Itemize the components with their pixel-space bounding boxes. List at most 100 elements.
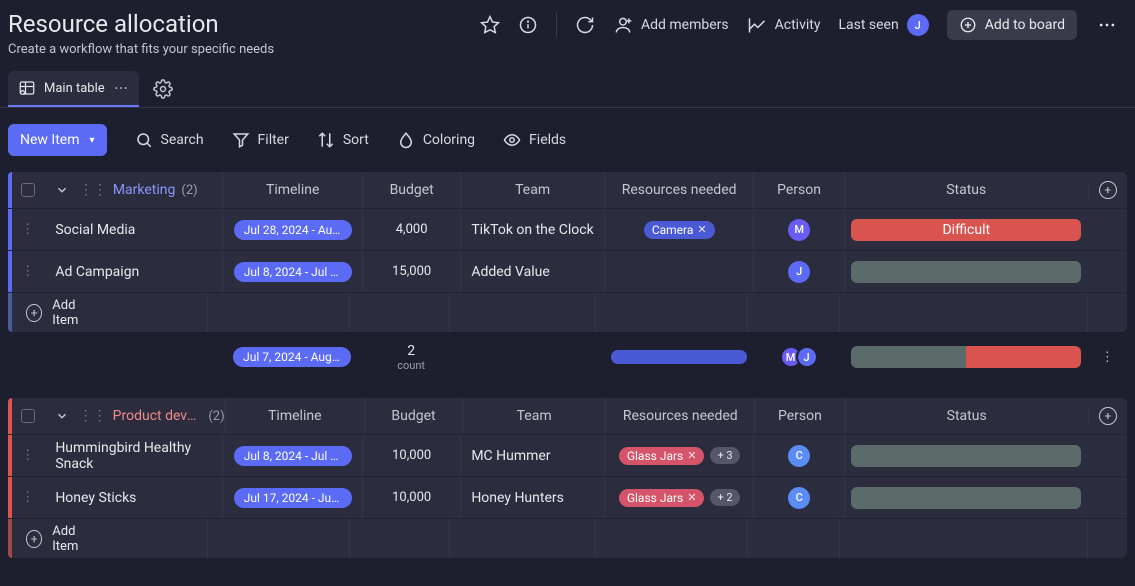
table-row[interactable]: ⋮ Social Media Jul 28, 2024 - Aug… 4,000… [8, 208, 1127, 250]
group-name[interactable]: Marketing [113, 182, 176, 198]
team-cell[interactable]: TikTok on the Clock [460, 209, 604, 250]
budget-cell[interactable]: 15,000 [362, 251, 460, 292]
add-item-row[interactable]: + Add Item [8, 292, 1127, 332]
fields-button[interactable]: Fields [503, 131, 566, 149]
coloring-button[interactable]: Coloring [397, 131, 475, 149]
add-to-board-button[interactable]: Add to board [947, 10, 1077, 40]
col-status[interactable]: Status [844, 172, 1088, 208]
col-resources[interactable]: Resources needed [604, 172, 753, 208]
avatar[interactable]: C [788, 445, 810, 467]
col-team[interactable]: Team [460, 172, 604, 208]
status-badge[interactable] [851, 487, 1081, 509]
avatar[interactable]: C [788, 487, 810, 509]
budget-cell[interactable]: 10,000 [362, 477, 460, 518]
drag-icon[interactable]: ⋮ [8, 264, 47, 279]
status-badge[interactable] [851, 445, 1081, 467]
tab-main-table[interactable]: Main table [8, 71, 139, 107]
timeline-pill[interactable]: Jul 8, 2024 - Jul 2… [234, 262, 352, 282]
close-icon[interactable]: ✕ [687, 491, 696, 504]
row-name[interactable]: Honey Sticks [47, 490, 222, 506]
new-item-button[interactable]: New Item ▾ [8, 124, 107, 156]
col-team[interactable]: Team [462, 398, 605, 434]
gear-icon[interactable] [153, 79, 173, 99]
row-name[interactable]: Hummingbird Healthy Snack [47, 440, 222, 472]
status-badge[interactable]: Difficult [851, 219, 1081, 241]
add-item-row[interactable]: + Add Item [8, 518, 1127, 558]
summary-timeline[interactable]: Jul 7, 2024 - Aug … [233, 347, 351, 367]
plus-icon[interactable]: + [26, 304, 42, 322]
chevron-down-icon[interactable]: ▾ [90, 135, 95, 146]
summary-count: 2count [362, 336, 460, 378]
table-row[interactable]: ⋮ Ad Campaign Jul 8, 2024 - Jul 2… 15,00… [8, 250, 1127, 292]
resource-extra[interactable]: + 2 [710, 489, 739, 506]
sync-icon[interactable] [575, 15, 595, 35]
table-row[interactable]: ⋮ Hummingbird Healthy Snack Jul 8, 2024 … [8, 434, 1127, 476]
timeline-pill[interactable]: Jul 8, 2024 - Jul 1… [234, 446, 352, 466]
budget-cell[interactable]: 10,000 [362, 435, 460, 476]
col-person[interactable]: Person [754, 398, 844, 434]
summary-resources-bar [611, 350, 747, 364]
coloring-label: Coloring [423, 132, 475, 148]
timeline-pill[interactable]: Jul 17, 2024 - Jul … [234, 488, 352, 508]
team-cell[interactable]: MC Hummer [460, 435, 604, 476]
star-icon[interactable] [480, 15, 500, 35]
table-row[interactable]: ⋮ Honey Sticks Jul 17, 2024 - Jul … 10,0… [8, 476, 1127, 518]
resource-extra[interactable]: + 3 [710, 447, 739, 464]
add-column-button[interactable]: + [1099, 181, 1117, 199]
group-header-product-devel[interactable]: ⋮⋮ Product devel… (2) Timeline Budget Te… [8, 398, 1127, 434]
resource-tag[interactable]: Glass Jars✕ [619, 447, 705, 465]
more-icon[interactable]: ⋮ [1088, 350, 1127, 365]
drag-icon[interactable]: ⋮ [8, 490, 47, 505]
tab-more-icon[interactable] [113, 80, 129, 96]
group-count: (2) [208, 409, 224, 424]
group-name[interactable]: Product devel… [113, 408, 203, 424]
col-resources[interactable]: Resources needed [605, 398, 754, 434]
add-members-button[interactable]: Add members [613, 15, 729, 35]
add-item-label: Add Item [52, 524, 99, 554]
row-name[interactable]: Social Media [47, 222, 222, 238]
avatar[interactable]: J [788, 261, 810, 283]
tab-label: Main table [44, 81, 105, 96]
resource-tag[interactable]: Glass Jars✕ [619, 489, 705, 507]
group-checkbox[interactable] [21, 183, 35, 197]
col-timeline[interactable]: Timeline [225, 398, 364, 434]
drag-icon[interactable]: ⋮ [8, 222, 47, 237]
col-timeline[interactable]: Timeline [222, 172, 362, 208]
last-seen-label: Last seen [838, 17, 898, 33]
col-person[interactable]: Person [753, 172, 843, 208]
filter-button[interactable]: Filter [232, 131, 289, 149]
more-icon[interactable] [1095, 13, 1119, 37]
group-header-marketing[interactable]: ⋮⋮ Marketing (2) Timeline Budget Team Re… [8, 172, 1127, 208]
info-icon[interactable] [518, 15, 538, 35]
add-column-button[interactable]: + [1099, 407, 1117, 425]
drag-icon[interactable]: ⋮⋮ [79, 408, 107, 424]
plus-icon[interactable]: + [26, 530, 42, 548]
col-budget[interactable]: Budget [362, 172, 460, 208]
group-count: (2) [181, 183, 197, 198]
drag-icon[interactable]: ⋮ [8, 448, 47, 463]
team-cell[interactable]: Added Value [460, 251, 604, 292]
activity-label: Activity [775, 17, 821, 33]
summary-persons[interactable]: M J [753, 336, 843, 378]
timeline-pill[interactable]: Jul 28, 2024 - Aug… [234, 220, 352, 240]
chevron-down-icon[interactable] [47, 183, 77, 197]
group-checkbox[interactable] [21, 409, 35, 423]
team-cell[interactable]: Honey Hunters [460, 477, 604, 518]
resource-tag[interactable]: Camera✕ [644, 221, 715, 239]
sort-button[interactable]: Sort [317, 131, 369, 149]
close-icon[interactable]: ✕ [687, 449, 696, 462]
search-button[interactable]: Search [135, 131, 204, 149]
status-badge[interactable] [851, 261, 1081, 283]
col-budget[interactable]: Budget [364, 398, 462, 434]
last-seen[interactable]: Last seen J [838, 14, 928, 36]
budget-cell[interactable]: 4,000 [362, 209, 460, 250]
new-item-label: New Item [20, 132, 80, 148]
drag-icon[interactable]: ⋮⋮ [79, 182, 107, 198]
chevron-down-icon[interactable] [47, 409, 76, 423]
avatar[interactable]: M [788, 219, 810, 241]
close-icon[interactable]: ✕ [697, 223, 706, 236]
activity-button[interactable]: Activity [747, 15, 821, 35]
resources-cell[interactable] [604, 251, 753, 292]
row-name[interactable]: Ad Campaign [47, 264, 222, 280]
col-status[interactable]: Status [845, 398, 1088, 434]
